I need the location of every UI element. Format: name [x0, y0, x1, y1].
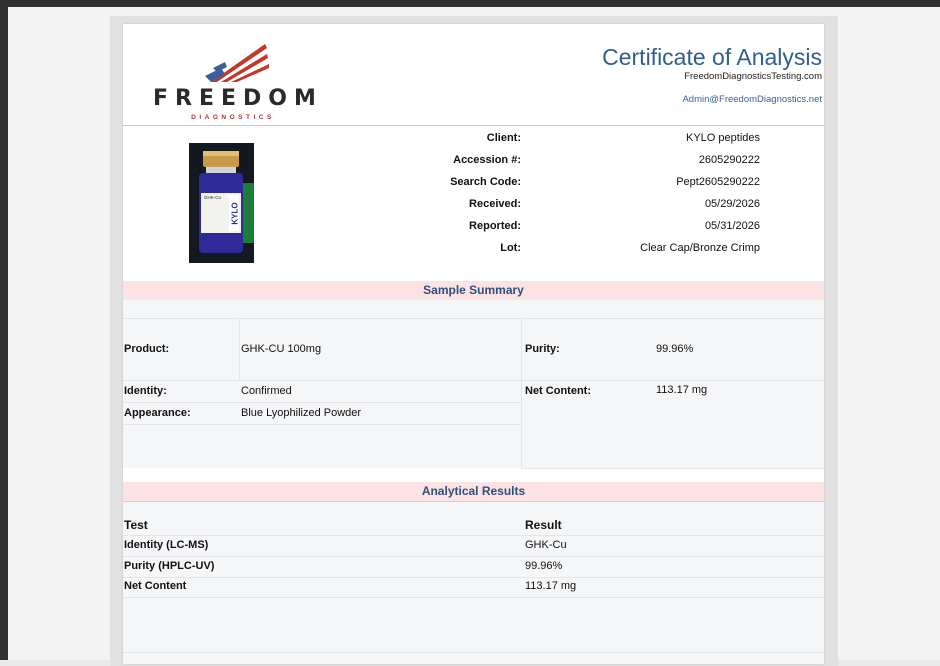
results-row-line: [123, 535, 824, 536]
client-value: KYLO peptides: [686, 132, 760, 144]
info-row-received: Received: 05/29/2026: [123, 198, 824, 216]
col-header-test: Test: [124, 518, 148, 532]
search-code-value: Pept2605290222: [676, 176, 760, 188]
info-row-accession: Accession #: 2605290222: [123, 154, 824, 172]
table-row-result: GHK-Cu: [525, 539, 567, 551]
info-row-reported: Reported: 05/31/2026: [123, 220, 824, 238]
search-code-label: Search Code:: [450, 176, 521, 188]
info-row-lot: Lot: Clear Cap/Bronze Crimp: [123, 242, 824, 260]
brand-name: FREEDOM: [153, 86, 323, 111]
col-header-result: Result: [525, 518, 562, 532]
table-row-result: 99.96%: [525, 560, 563, 572]
table-row-test: Purity (HPLC-UV): [124, 560, 215, 572]
net-content-value: 113.17 mg: [656, 384, 708, 396]
email-link[interactable]: Admin@FreedomDiagnostics.net: [682, 94, 822, 105]
info-row-search-code: Search Code: Pept2605290222: [123, 176, 824, 194]
reported-value: 05/31/2026: [704, 220, 760, 232]
received-label: Received:: [469, 198, 521, 210]
accession-value: 2605290222: [698, 154, 760, 166]
website-text: FreedomDiagnosticsTesting.com: [684, 71, 822, 82]
purity-label: Purity:: [525, 343, 560, 355]
lot-label: Lot:: [500, 242, 521, 254]
product-value: GHK-CU 100mg: [241, 343, 322, 355]
results-row-line: [123, 577, 824, 578]
brand-subtitle: DIAGNOSTICS: [191, 114, 275, 121]
identity-value: Confirmed: [241, 385, 292, 397]
results-row-line: [123, 652, 824, 653]
summary-row-line: [521, 468, 824, 469]
reported-label: Reported:: [469, 220, 521, 232]
table-row-test: Identity (LC-MS): [124, 539, 209, 551]
accession-label: Accession #:: [453, 154, 521, 166]
header-divider: [123, 125, 824, 126]
analytical-results-table: [123, 502, 824, 664]
identity-label: Identity:: [124, 385, 167, 397]
summary-row-line: [123, 318, 824, 319]
results-row-line: [123, 556, 824, 557]
analytical-results-heading: Analytical Results: [123, 482, 824, 502]
summary-row-line: [123, 424, 521, 425]
results-row-line: [123, 597, 824, 598]
certificate-page: FREEDOM DIAGNOSTICS Certificate of Analy…: [123, 24, 824, 664]
received-value: 05/29/2026: [704, 198, 760, 210]
viewer-top-bar: [0, 0, 940, 7]
appearance-value: Blue Lyophilized Powder: [241, 407, 362, 419]
wings-icon: [205, 44, 269, 82]
freedom-logo: FREEDOM DIAGNOSTICS: [153, 34, 323, 129]
summary-col-line: [239, 318, 240, 380]
appearance-label: Appearance:: [124, 407, 191, 419]
lot-value: Clear Cap/Bronze Crimp: [640, 242, 760, 254]
client-label: Client:: [486, 132, 521, 144]
viewer-left-bar: [0, 7, 8, 660]
table-row-test: Net Content: [124, 580, 187, 592]
net-content-label: Net Content:: [525, 385, 591, 397]
summary-row-line: [123, 380, 824, 381]
info-row-client: Client: KYLO peptides: [123, 132, 824, 150]
document-title: Certificate of Analysis: [602, 44, 822, 70]
purity-value: 99.96%: [656, 343, 694, 355]
table-row-result: 113.17 mg: [525, 580, 577, 592]
summary-col-line: [521, 318, 522, 468]
summary-row-line: [123, 402, 521, 403]
sample-summary-heading: Sample Summary: [123, 281, 824, 301]
sample-summary-table: [123, 300, 824, 468]
product-label: Product:: [124, 343, 170, 355]
